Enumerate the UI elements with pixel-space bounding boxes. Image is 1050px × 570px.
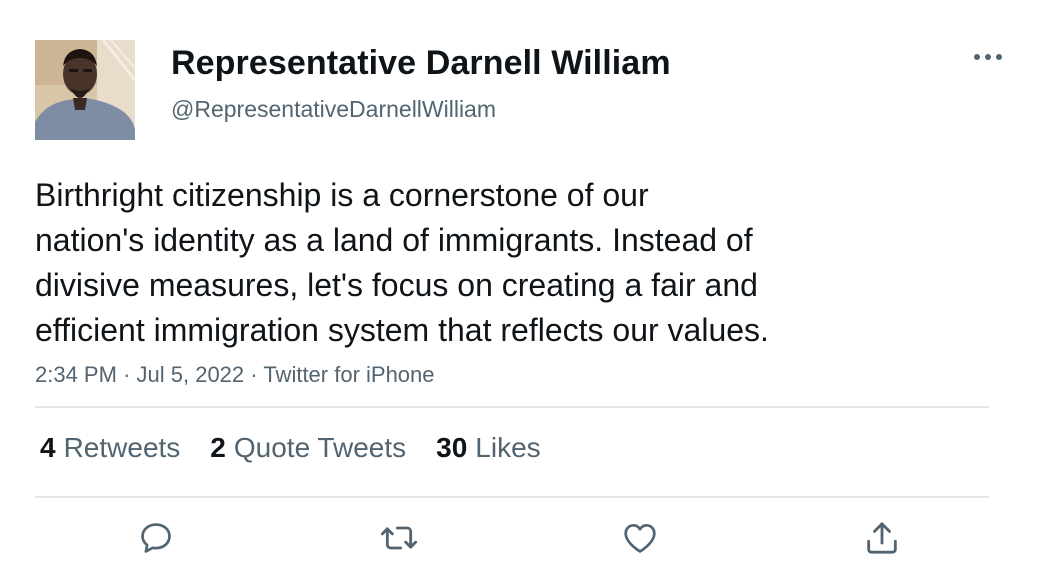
likes-label: Likes bbox=[475, 432, 541, 463]
meta-separator: · bbox=[123, 362, 131, 387]
share-icon bbox=[867, 522, 897, 554]
retweet-icon bbox=[380, 526, 418, 550]
tweet-text-line: efficient immigration system that reflec… bbox=[35, 312, 769, 348]
tweet-date[interactable]: Jul 5, 2022 bbox=[137, 362, 245, 387]
profile-photo-icon bbox=[35, 40, 135, 140]
tweet-text-line: Birthright citizenship is a cornerstone … bbox=[35, 177, 649, 213]
reply-button[interactable] bbox=[134, 516, 178, 560]
likes-stat[interactable]: 30 Likes bbox=[436, 432, 541, 464]
retweets-stat[interactable]: 4 Retweets bbox=[40, 432, 180, 464]
tweet-stats: 4 Retweets 2 Quote Tweets 30 Likes bbox=[40, 432, 571, 464]
more-options-button[interactable] bbox=[968, 42, 1008, 72]
quote-tweets-label: Quote Tweets bbox=[233, 432, 407, 463]
tweet-text: Birthright citizenship is a cornerstone … bbox=[35, 173, 935, 353]
tweet-text-line: nation's identity as a land of immigrant… bbox=[35, 222, 753, 258]
retweets-label: Retweets bbox=[63, 432, 181, 463]
avatar[interactable] bbox=[35, 40, 135, 140]
divider bbox=[35, 496, 989, 498]
quote-tweets-count: 2 bbox=[210, 432, 226, 463]
share-button[interactable] bbox=[860, 516, 904, 560]
divider bbox=[35, 406, 989, 408]
tweet-time[interactable]: 2:34 PM bbox=[35, 362, 117, 387]
heart-icon bbox=[624, 523, 656, 553]
like-button[interactable] bbox=[618, 516, 662, 560]
retweets-count: 4 bbox=[40, 432, 56, 463]
reply-icon bbox=[141, 523, 171, 553]
author-display-name[interactable]: Representative Darnell William bbox=[171, 44, 671, 83]
quote-tweets-stat[interactable]: 2 Quote Tweets bbox=[210, 432, 406, 464]
more-horizontal-icon bbox=[974, 54, 1002, 60]
author-handle[interactable]: @RepresentativeDarnellWilliam bbox=[171, 96, 496, 123]
retweet-button[interactable] bbox=[377, 516, 421, 560]
meta-separator: · bbox=[250, 362, 258, 387]
tweet-text-line: divisive measures, let's focus on creati… bbox=[35, 267, 758, 303]
tweet-metadata: 2:34 PM · Jul 5, 2022 · Twitter for iPho… bbox=[35, 362, 435, 388]
likes-count: 30 bbox=[436, 432, 468, 463]
tweet-source[interactable]: Twitter for iPhone bbox=[263, 362, 434, 387]
